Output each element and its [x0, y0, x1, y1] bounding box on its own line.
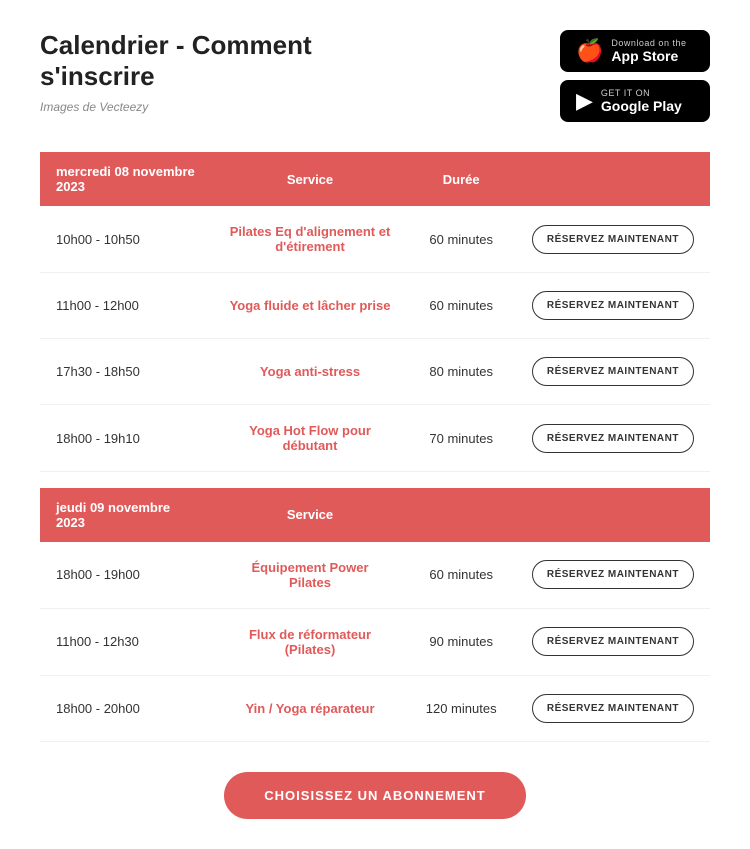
subscribe-button[interactable]: CHOISISSEZ UN ABONNEMENT [224, 772, 525, 819]
app-store-top-line: Download on the [611, 38, 686, 48]
service-cell: Pilates Eq d'alignement et d'étirement [214, 206, 407, 273]
action-cell: RÉSERVEZ MAINTENANT [516, 273, 710, 339]
table-row: 18h00 - 20h00 Yin / Yoga réparateur 120 … [40, 675, 710, 741]
store-badges: 🍎 Download on the App Store ▶ GET IT ON … [560, 30, 710, 122]
reserve-button[interactable]: RÉSERVEZ MAINTENANT [532, 357, 694, 386]
page-title: Calendrier - Comment s'inscrire [40, 30, 312, 92]
action-cell: RÉSERVEZ MAINTENANT [516, 339, 710, 405]
duration-cell: 60 minutes [406, 273, 515, 339]
table-row: 10h00 - 10h50 Pilates Eq d'alignement et… [40, 206, 710, 273]
reserve-button[interactable]: RÉSERVEZ MAINTENANT [532, 424, 694, 453]
service-cell: Flux de réformateur (Pilates) [214, 608, 407, 675]
action-cell: RÉSERVEZ MAINTENANT [516, 405, 710, 472]
section-service-label: Service [214, 152, 407, 206]
schedule-table: mercredi 08 novembre 2023 Service Durée … [40, 152, 710, 742]
google-play-main-line: Google Play [601, 98, 682, 114]
subscribe-section: CHOISISSEZ UN ABONNEMENT [40, 772, 710, 819]
service-cell: Yoga Hot Flow pour débutant [214, 405, 407, 472]
table-row: 17h30 - 18h50 Yoga anti-stress 80 minute… [40, 339, 710, 405]
reserve-button[interactable]: RÉSERVEZ MAINTENANT [532, 627, 694, 656]
time-cell: 18h00 - 19h10 [40, 405, 214, 472]
google-play-text: GET IT ON Google Play [601, 88, 682, 114]
time-cell: 18h00 - 20h00 [40, 675, 214, 741]
action-cell: RÉSERVEZ MAINTENANT [516, 206, 710, 273]
duration-cell: 80 minutes [406, 339, 515, 405]
page-header: Calendrier - Comment s'inscrire Images d… [40, 30, 710, 122]
service-cell: Yoga fluide et lâcher prise [214, 273, 407, 339]
duration-cell: 70 minutes [406, 405, 515, 472]
reserve-button[interactable]: RÉSERVEZ MAINTENANT [532, 291, 694, 320]
header-title-block: Calendrier - Comment s'inscrire Images d… [40, 30, 312, 114]
action-cell: RÉSERVEZ MAINTENANT [516, 608, 710, 675]
app-store-main-line: App Store [611, 48, 686, 64]
service-cell: Yin / Yoga réparateur [214, 675, 407, 741]
section-action-col [516, 152, 710, 206]
google-play-icon: ▶ [576, 88, 593, 114]
duration-cell: 60 minutes [406, 206, 515, 273]
time-cell: 11h00 - 12h30 [40, 608, 214, 675]
table-row: 11h00 - 12h30 Flux de réformateur (Pilat… [40, 608, 710, 675]
google-play-badge[interactable]: ▶ GET IT ON Google Play [560, 80, 710, 122]
section-header-0: mercredi 08 novembre 2023 Service Durée [40, 152, 710, 206]
time-cell: 17h30 - 18h50 [40, 339, 214, 405]
action-cell: RÉSERVEZ MAINTENANT [516, 675, 710, 741]
reserve-button[interactable]: RÉSERVEZ MAINTENANT [532, 560, 694, 589]
duration-cell: 60 minutes [406, 542, 515, 609]
reserve-button[interactable]: RÉSERVEZ MAINTENANT [532, 225, 694, 254]
section-duration-label [406, 488, 515, 542]
reserve-button[interactable]: RÉSERVEZ MAINTENANT [532, 694, 694, 723]
section-header-1: jeudi 09 novembre 2023 Service [40, 488, 710, 542]
app-store-text: Download on the App Store [611, 38, 686, 64]
subtitle-text: Images de Vecteezy [40, 100, 312, 114]
service-cell: Équipement Power Pilates [214, 542, 407, 609]
app-store-badge[interactable]: 🍎 Download on the App Store [560, 30, 710, 72]
duration-cell: 90 minutes [406, 608, 515, 675]
section-service-label: Service [214, 488, 407, 542]
section-action-col [516, 488, 710, 542]
table-row: 18h00 - 19h10 Yoga Hot Flow pour débutan… [40, 405, 710, 472]
action-cell: RÉSERVEZ MAINTENANT [516, 542, 710, 609]
section-date: mercredi 08 novembre 2023 [40, 152, 214, 206]
section-duration-label: Durée [406, 152, 515, 206]
time-cell: 18h00 - 19h00 [40, 542, 214, 609]
google-play-top-line: GET IT ON [601, 88, 682, 98]
time-cell: 10h00 - 10h50 [40, 206, 214, 273]
service-cell: Yoga anti-stress [214, 339, 407, 405]
duration-cell: 120 minutes [406, 675, 515, 741]
table-row: 18h00 - 19h00 Équipement Power Pilates 6… [40, 542, 710, 609]
section-spacer [40, 472, 710, 488]
section-date: jeudi 09 novembre 2023 [40, 488, 214, 542]
apple-icon: 🍎 [576, 38, 603, 64]
time-cell: 11h00 - 12h00 [40, 273, 214, 339]
table-row: 11h00 - 12h00 Yoga fluide et lâcher pris… [40, 273, 710, 339]
